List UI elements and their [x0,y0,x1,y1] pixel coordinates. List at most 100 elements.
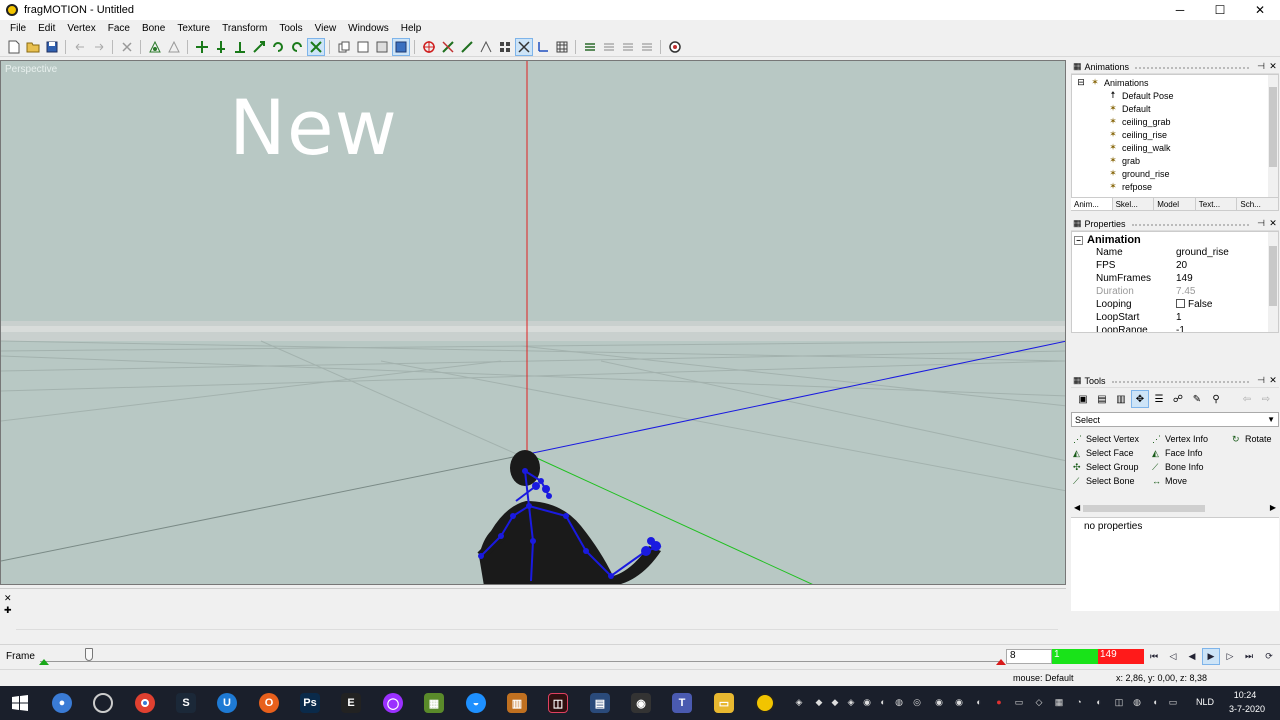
property-row-loopstart[interactable]: LoopStart 1 [1072,312,1268,325]
tool-select-face[interactable]: ◭ Select Face [1073,447,1134,459]
play-icon[interactable]: ▶ [1202,648,1220,665]
property-row-looprange[interactable]: LoopRange -1 [1072,325,1268,332]
tray-icon[interactable]: ◆ [812,695,826,709]
close-button[interactable]: ✕ [1240,0,1280,20]
tab-model[interactable]: Model [1154,198,1196,210]
maximize-button[interactable]: ☐ [1200,0,1240,20]
tree-item-ceiling-walk[interactable]: ✶ ceiling_walk [1108,141,1170,154]
skeleton-view-icon[interactable] [514,37,533,56]
align-2-icon[interactable] [601,39,617,55]
tray-icon[interactable]: ◈ [792,695,806,709]
app-icon-doc[interactable]: ▤ [590,693,610,713]
property-row-looping[interactable]: Looping False [1072,299,1268,312]
tree-item-default-pose[interactable]: ☨ Default Pose [1108,89,1174,102]
property-value[interactable]: -1 [1172,325,1268,332]
tray-icon[interactable]: ◎ [910,695,924,709]
network-icon[interactable]: ◫ [1112,695,1126,709]
open-folder-icon[interactable] [25,39,41,55]
tool-mode-select[interactable]: Select ▼ [1071,412,1279,427]
start-menu-icon[interactable] [10,693,30,713]
tray-icon[interactable]: ◐ [876,695,890,709]
timeline-scrubber[interactable] [85,648,94,661]
tray-icon[interactable]: ◆ [828,695,842,709]
app-icon-red[interactable]: ◫ [548,693,568,713]
epic-games-icon[interactable]: E [341,693,361,713]
property-value[interactable]: 149 [1172,273,1268,286]
prev-frame-icon[interactable]: ◀ [1184,649,1200,664]
align-3-icon[interactable] [620,39,636,55]
scrollbar-thumb[interactable] [1269,87,1277,167]
photoshop-icon[interactable]: Ps [300,693,320,713]
panel-grip[interactable] [1131,222,1249,226]
collapse-icon[interactable]: ⊟ [1076,77,1086,88]
menu-transform[interactable]: Transform [216,23,273,34]
pin-icon[interactable]: ⊣ [1255,375,1267,386]
tree-item-ceiling-grab[interactable]: ✶ ceiling_grab [1108,115,1170,128]
menu-view[interactable]: View [309,23,343,34]
bone-tools-icon[interactable]: ☍ [1170,391,1186,407]
forward-arrow-icon[interactable]: ⇨ [1258,391,1274,407]
language-indicator[interactable]: NLD [1196,697,1214,707]
tab-animations[interactable]: Anim... [1071,198,1113,210]
tab-schematic[interactable]: Sch... [1237,198,1279,210]
properties-scrollbar[interactable] [1268,232,1278,332]
app-icon-blue[interactable]: ◒ [466,693,486,713]
range-start-field[interactable]: 1 [1052,649,1098,664]
teams-icon[interactable]: T [672,693,692,713]
app-icon-orange[interactable]: ▥ [507,693,527,713]
character-model[interactable] [477,450,661,585]
undo-icon[interactable] [72,39,88,55]
clock-date[interactable]: 3-7-2020 [1222,704,1272,714]
back-arrow-icon[interactable]: ⇦ [1239,391,1255,407]
tray-icon[interactable]: ● [992,695,1006,709]
output-scrollbar[interactable] [16,629,1058,637]
property-row-name[interactable]: Name ground_rise [1072,247,1268,260]
timeline-track[interactable] [40,661,1002,662]
tool-move[interactable]: ↔ Move [1152,475,1187,487]
tool-vertex-info[interactable]: ⋰ Vertex Info [1152,433,1208,445]
pin-tools-icon[interactable]: ⚲ [1208,391,1224,407]
vertex-tools-icon[interactable]: ▣ [1075,391,1091,407]
speaker-icon[interactable]: ◖ [1148,695,1162,709]
minimize-button[interactable]: ─ [1160,0,1200,20]
view-mode-icon[interactable] [391,37,410,56]
menu-edit[interactable]: Edit [32,23,61,34]
range-end-field[interactable]: 149 [1098,649,1144,664]
settings-wheel-icon[interactable] [667,39,683,55]
pin-icon[interactable]: ⊣ [1255,61,1267,72]
scroll-right-icon[interactable]: ▶ [1270,503,1276,512]
tab-skeleton[interactable]: Skel... [1113,198,1155,210]
rotate-icon[interactable] [270,39,286,55]
app-icon-camera[interactable]: ◉ [631,693,651,713]
property-row-fps[interactable]: FPS 20 [1072,260,1268,273]
menu-vertex[interactable]: Vertex [61,23,101,34]
tool-select-bone[interactable]: ⟋ Select Bone [1073,475,1135,487]
tab-textures[interactable]: Text... [1196,198,1238,210]
tray-icon[interactable]: ◔ [1072,695,1086,709]
align-icon[interactable] [582,39,598,55]
paste-icon[interactable] [355,39,371,55]
tree-item-default[interactable]: ✶ Default [1108,102,1150,115]
tray-icon[interactable]: ◉ [860,695,874,709]
tree-item-ceiling-rise[interactable]: ✶ ceiling_rise [1108,128,1167,141]
face-tools-icon[interactable]: ▤ [1094,391,1110,407]
looping-checkbox[interactable] [1176,299,1185,308]
scrollbar-thumb[interactable] [1083,505,1205,512]
tray-icon[interactable]: ◍ [1130,695,1144,709]
menu-tools[interactable]: Tools [273,23,308,34]
grid-icon[interactable] [554,39,570,55]
bone-tool-icon[interactable] [459,39,475,55]
fragmotion-taskbar-icon[interactable] [755,693,775,713]
close-icon[interactable]: ✕ [1267,218,1279,229]
pin-icon[interactable]: ⊣ [1255,218,1267,229]
origin-icon[interactable]: O [259,693,279,713]
property-row-numframes[interactable]: NumFrames 149 [1072,273,1268,286]
axis-icon[interactable] [535,39,551,55]
close-icon[interactable]: ✕ [1267,61,1279,72]
tray-icon[interactable]: ◇ [1032,695,1046,709]
panel-close-icon[interactable]: ✕ [4,593,12,604]
obs-icon[interactable] [93,693,113,713]
clock-time[interactable]: 10:24 [1222,690,1268,700]
tray-icon[interactable]: ◐ [1092,695,1106,709]
chrome-icon[interactable] [135,693,155,713]
